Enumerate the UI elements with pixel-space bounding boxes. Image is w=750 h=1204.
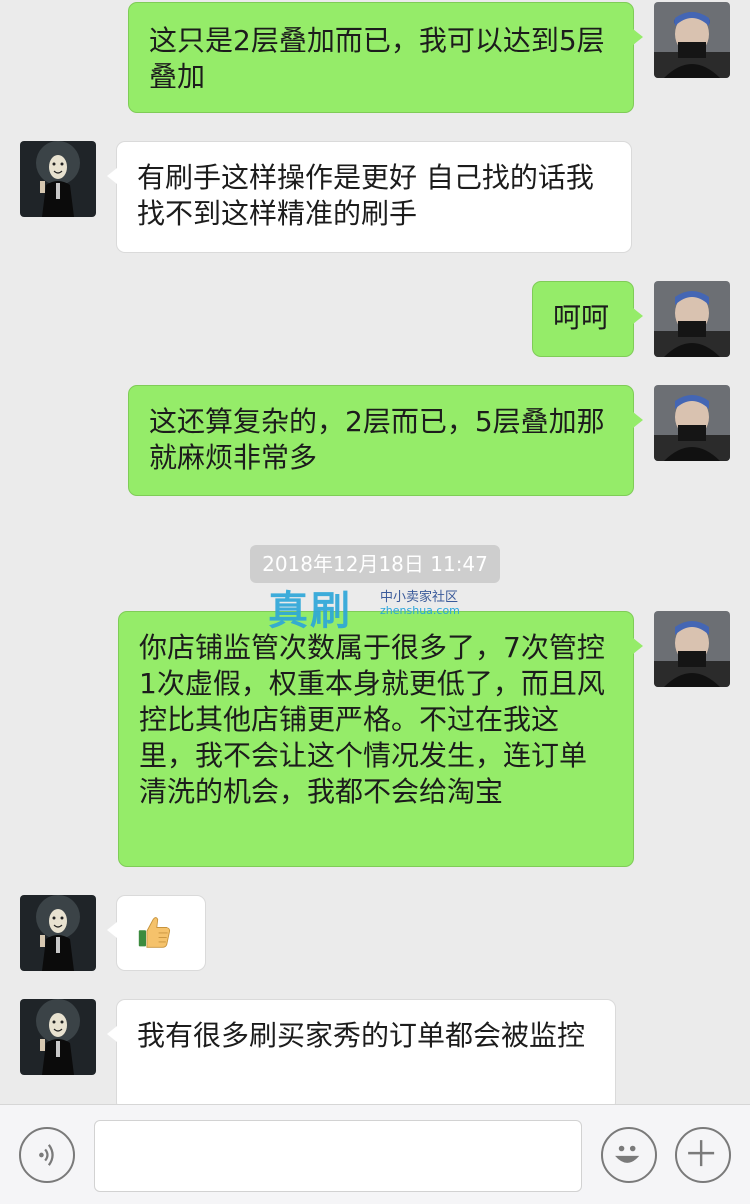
- voice-icon: [39, 1144, 54, 1166]
- watermark-tagline: 中小卖家社区: [380, 590, 459, 605]
- user-portrait-icon: [654, 281, 730, 357]
- watermark-logo: 真刷 中小卖家社区 zhenshua.com: [268, 578, 488, 634]
- message-text: 我有很多刷买家秀的订单都会被监控: [137, 1019, 586, 1052]
- masked-figure-icon: [20, 141, 96, 217]
- user-portrait-icon: [654, 385, 730, 461]
- message-text: 你店铺监管次数属于很多了，7次管控 1次虚假，权重本身就更低了，而且风控比其他店…: [139, 631, 605, 808]
- plus-icon: [688, 1140, 715, 1167]
- message-input[interactable]: [94, 1120, 582, 1192]
- message-bubble[interactable]: [107, 895, 206, 971]
- my-avatar[interactable]: [654, 385, 730, 461]
- my-avatar[interactable]: [654, 611, 730, 687]
- message-text: 这还算复杂的，2层而已，5层叠加那就麻烦非常多: [149, 405, 605, 474]
- user-portrait-icon: [654, 2, 730, 78]
- masked-figure-icon: [20, 895, 96, 971]
- contact-avatar[interactable]: [20, 895, 96, 971]
- contact-avatar[interactable]: [20, 999, 96, 1075]
- user-portrait-icon: [654, 611, 730, 687]
- message-bubble[interactable]: 呵呵: [532, 281, 643, 357]
- emoji-button[interactable]: [601, 1127, 657, 1183]
- my-avatar[interactable]: [654, 2, 730, 78]
- thumbs-up-icon: [138, 917, 171, 948]
- watermark-title: 真刷: [268, 587, 352, 634]
- message-text: 有刷手这样操作是更好 自己找的话我找不到这样精准的刷手: [137, 161, 594, 230]
- contact-avatar[interactable]: [20, 141, 96, 217]
- input-toolbar: [0, 1104, 750, 1204]
- plus-button[interactable]: [675, 1127, 731, 1183]
- message-bubble[interactable]: 这只是2层叠加而已，我可以达到5层叠加: [128, 2, 643, 113]
- message-bubble[interactable]: 你店铺监管次数属于很多了，7次管控 1次虚假，权重本身就更低了，而且风控比其他店…: [118, 611, 643, 867]
- message-bubble[interactable]: 我有很多刷买家秀的订单都会被监控: [107, 999, 616, 1104]
- chat-area: 这只是2层叠加而已，我可以达到5层叠加 有刷手这样操作是更好 自己找的话我找不到…: [0, 0, 750, 1104]
- my-avatar[interactable]: [654, 281, 730, 357]
- message-text: 这只是2层叠加而已，我可以达到5层叠加: [149, 24, 605, 93]
- watermark-url: zhenshua.com: [380, 604, 460, 617]
- message-text: 呵呵: [553, 301, 610, 334]
- message-bubble[interactable]: 这还算复杂的，2层而已，5层叠加那就麻烦非常多: [128, 385, 643, 496]
- voice-button[interactable]: [19, 1127, 75, 1183]
- message-bubble[interactable]: 有刷手这样操作是更好 自己找的话我找不到这样精准的刷手: [107, 141, 632, 253]
- masked-figure-icon: [20, 999, 96, 1075]
- emoji-icon: [615, 1145, 640, 1163]
